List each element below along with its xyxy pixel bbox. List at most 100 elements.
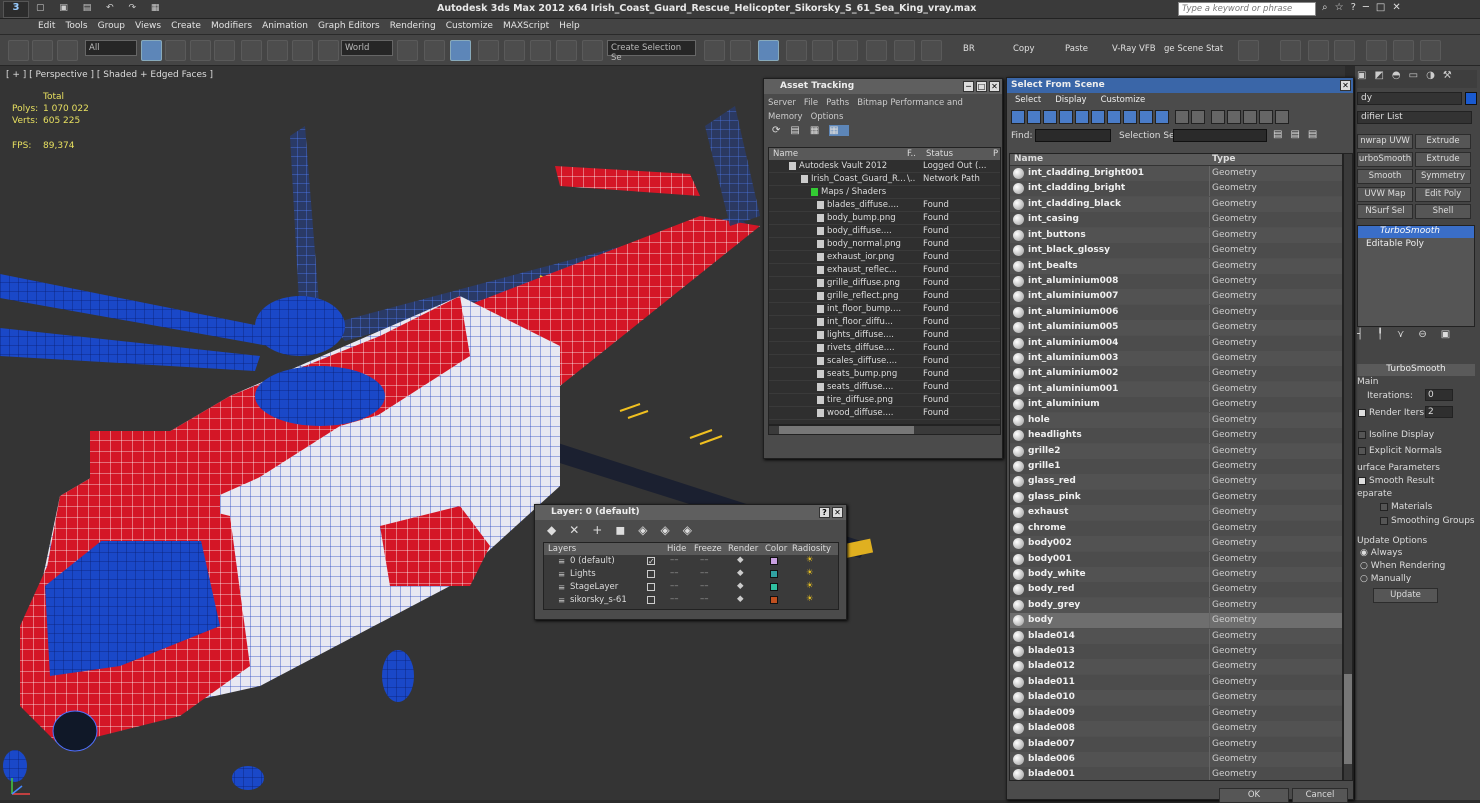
- modifier-button-7[interactable]: Edit Poly: [1415, 186, 1471, 202]
- asset-row[interactable]: grille_diffuse.png Found: [769, 277, 1000, 290]
- angle-snap-icon[interactable]: [504, 40, 525, 61]
- at-menu-paths[interactable]: Paths: [826, 98, 849, 108]
- asset-tracking-titlebar[interactable]: Asset Tracking ─ □ ✕: [764, 79, 1002, 94]
- asset-row[interactable]: scales_diffuse.... Found: [769, 355, 1000, 368]
- scale-icon[interactable]: [318, 40, 339, 61]
- modifier-list-dropdown[interactable]: difier List: [1357, 111, 1472, 124]
- mirror-icon[interactable]: [704, 40, 725, 61]
- asset-row[interactable]: seats_bump.png Found: [769, 368, 1000, 381]
- vray-vfb-button[interactable]: V-Ray VFB: [1112, 44, 1156, 54]
- keyboard-shortcut-icon[interactable]: [450, 40, 471, 61]
- scene-object-row[interactable]: int_aluminium008 Geometry: [1010, 273, 1342, 289]
- stack-item-editable-poly[interactable]: Editable Poly: [1358, 239, 1474, 251]
- search-box[interactable]: Type a keyword or phrase: [1178, 2, 1316, 16]
- scene-object-row[interactable]: int_buttons Geometry: [1010, 227, 1342, 243]
- asset-row[interactable]: wood_diffuse.... Found: [769, 407, 1000, 420]
- modifier-button-9[interactable]: Shell: [1415, 204, 1471, 219]
- scene-object-row[interactable]: blade010 Geometry: [1010, 690, 1342, 706]
- scene-object-row[interactable]: blade009 Geometry: [1010, 705, 1342, 721]
- at-menu-bitmap-performance-and-memory[interactable]: Bitmap Performance and Memory: [768, 98, 963, 122]
- close-button[interactable]: ✕: [989, 81, 1000, 92]
- layer-color-swatch[interactable]: [770, 570, 778, 578]
- scene-object-row[interactable]: int_aluminium007 Geometry: [1010, 289, 1342, 305]
- stack-item-turbosmooth[interactable]: TurboSmooth: [1358, 226, 1474, 238]
- snaps-toggle-icon[interactable]: [478, 40, 499, 61]
- menu-customize[interactable]: Customize: [441, 19, 498, 33]
- modifier-button-6[interactable]: UVW Map: [1357, 186, 1413, 202]
- menu-edit[interactable]: Edit: [33, 19, 60, 33]
- layer-color-swatch[interactable]: [770, 596, 778, 604]
- schematic-view-icon[interactable]: [837, 40, 858, 61]
- move-icon[interactable]: [267, 40, 288, 61]
- object-color-swatch[interactable]: [1465, 92, 1477, 105]
- layer-color-swatch[interactable]: [770, 583, 778, 591]
- display-shapes-icon[interactable]: [1027, 110, 1041, 124]
- rollout-title[interactable]: TurboSmooth: [1357, 364, 1475, 376]
- at-menu-options[interactable]: Options: [811, 112, 844, 122]
- asset-row[interactable]: Irish_Coast_Guard_R... \.. Network Path: [769, 173, 1000, 186]
- render-icon[interactable]: ◆: [737, 568, 744, 578]
- freeze-toggle[interactable]: ––: [700, 555, 709, 565]
- viewport-label[interactable]: [ + ] [ Perspective ] [ Shaded + Edged F…: [6, 70, 213, 80]
- col-type[interactable]: Type: [1212, 154, 1235, 164]
- radiosity-icon[interactable]: ☀: [806, 594, 814, 604]
- materials-option[interactable]: Materials: [1380, 502, 1432, 512]
- select-from-scene-titlebar[interactable]: Select From Scene ✕: [1007, 78, 1353, 93]
- freeze-toggle[interactable]: ––: [700, 594, 709, 604]
- scene-object-row[interactable]: body002 Geometry: [1010, 536, 1342, 552]
- select-invert-icon[interactable]: [1243, 110, 1257, 124]
- scene-object-row[interactable]: blade013 Geometry: [1010, 644, 1342, 660]
- asset-row[interactable]: lights_diffuse.... Found: [769, 329, 1000, 342]
- menu-group[interactable]: Group: [93, 19, 130, 33]
- scene-object-row[interactable]: int_aluminium006 Geometry: [1010, 304, 1342, 320]
- percent-snap-icon[interactable]: [530, 40, 551, 61]
- scene-object-row[interactable]: int_cladding_black Geometry: [1010, 196, 1342, 212]
- col-radiosity[interactable]: Radiosity: [792, 544, 831, 554]
- col-render[interactable]: Render: [728, 544, 758, 554]
- minimize-button[interactable]: ─: [963, 81, 974, 92]
- col-color[interactable]: Color: [765, 544, 787, 554]
- col-name[interactable]: Name: [1014, 154, 1043, 164]
- scene-object-row[interactable]: int_aluminium004 Geometry: [1010, 335, 1342, 351]
- scene-object-row[interactable]: exhaust Geometry: [1010, 505, 1342, 521]
- maximize-button[interactable]: □: [976, 81, 987, 92]
- command-panel-tabs[interactable]: ▣◩◓▭◑⚒: [1357, 70, 1477, 88]
- curve-editor-icon[interactable]: [812, 40, 833, 61]
- select-manipulate-icon[interactable]: [424, 40, 445, 61]
- display-spacewarps-icon[interactable]: [1091, 110, 1105, 124]
- rotate-icon[interactable]: [292, 40, 313, 61]
- stack-controls[interactable]: ┤╿⋎⊖▣: [1357, 329, 1475, 343]
- menu-help[interactable]: Help: [554, 19, 585, 33]
- asset-row[interactable]: int_floor_bump.... Found: [769, 303, 1000, 316]
- display-frozen-icon[interactable]: [1175, 110, 1189, 124]
- scene-object-row[interactable]: headlights Geometry: [1010, 428, 1342, 444]
- hide-toggle[interactable]: ––: [670, 555, 679, 565]
- render-setup-icon[interactable]: [894, 40, 915, 61]
- unlink-icon[interactable]: [32, 40, 53, 61]
- select-move-icon[interactable]: [241, 40, 262, 61]
- scene-object-row[interactable]: int_aluminium Geometry: [1010, 397, 1342, 413]
- layer-manager-icon[interactable]: [758, 40, 779, 61]
- scene-states-button[interactable]: ge Scene Stat: [1164, 44, 1223, 54]
- scale-green-icon[interactable]: [1420, 40, 1441, 61]
- current-layer-check[interactable]: [647, 583, 655, 591]
- display-bones-icon[interactable]: [1139, 110, 1153, 124]
- modifier-button-0[interactable]: nwrap UVW: [1357, 134, 1413, 149]
- rect-selection-icon[interactable]: [190, 40, 211, 61]
- menu-rendering[interactable]: Rendering: [385, 19, 441, 33]
- select-by-name-icon[interactable]: [165, 40, 186, 61]
- menu-tools[interactable]: Tools: [60, 19, 92, 33]
- asset-row[interactable]: grille_reflect.png Found: [769, 290, 1000, 303]
- scene-object-row[interactable]: chrome Geometry: [1010, 520, 1342, 536]
- selection-set-dropdown[interactable]: [1173, 129, 1267, 142]
- scene-object-row[interactable]: int_cladding_bright Geometry: [1010, 181, 1342, 197]
- copy-button[interactable]: Copy: [1013, 44, 1035, 54]
- app-logo-icon[interactable]: 3: [3, 1, 29, 18]
- sfs-vscroll[interactable]: [1343, 153, 1353, 781]
- populate-icon[interactable]: [1308, 40, 1329, 61]
- radiosity-icon[interactable]: ☀: [806, 568, 814, 578]
- current-layer-check[interactable]: ✓: [647, 557, 655, 566]
- object-name-field[interactable]: dy: [1357, 92, 1462, 105]
- select-all-icon[interactable]: [1211, 110, 1225, 124]
- render-icon[interactable]: ◆: [737, 581, 744, 591]
